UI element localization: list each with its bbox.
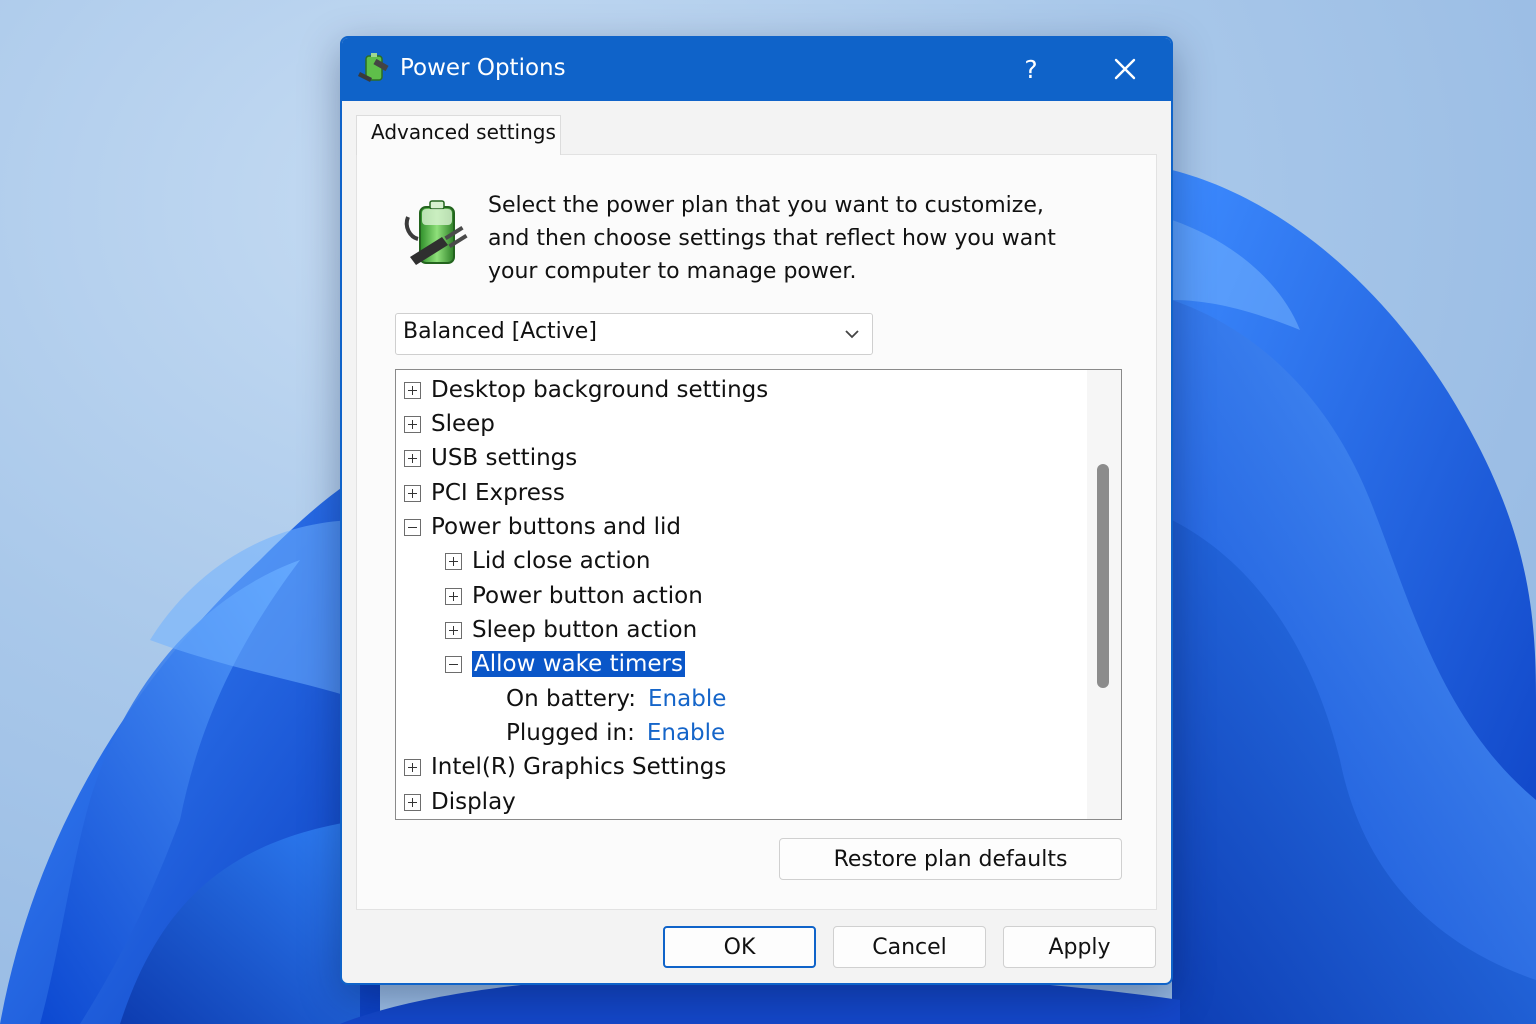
tree-item[interactable]: Intel(R) Graphics Settings xyxy=(404,750,726,784)
chevron-down-icon xyxy=(845,330,859,339)
tree-item-label: Power button action xyxy=(472,583,703,609)
setting-row-plugged-in: Plugged in: Enable xyxy=(506,716,725,750)
scrollbar-thumb[interactable] xyxy=(1097,464,1109,688)
tab-advanced-settings[interactable]: Advanced settings xyxy=(356,115,561,155)
setting-label: Plugged in: xyxy=(506,720,635,746)
tree-item[interactable]: Desktop background settings xyxy=(404,373,768,407)
tree-item[interactable]: PCI Express xyxy=(404,476,565,510)
setting-label: On battery: xyxy=(506,686,637,712)
expand-icon[interactable] xyxy=(404,758,421,776)
apply-button[interactable]: Apply xyxy=(1003,926,1156,968)
expand-icon[interactable] xyxy=(404,484,421,502)
tree-item[interactable]: Sleep button action xyxy=(445,613,697,647)
setting-value-link[interactable]: Enable xyxy=(648,686,726,712)
help-button[interactable]: ? xyxy=(1007,46,1055,92)
power-options-icon xyxy=(358,53,389,82)
intro-line: and then choose settings that reflect ho… xyxy=(488,226,1056,251)
expand-icon[interactable] xyxy=(445,552,462,570)
title-bar[interactable]: Power Options ? xyxy=(342,38,1171,101)
tree-item[interactable]: Power button action xyxy=(445,579,703,613)
tree-item-label: Sleep button action xyxy=(472,617,698,643)
vertical-scrollbar[interactable] xyxy=(1087,370,1121,819)
setting-value-link[interactable]: Enable xyxy=(647,720,725,746)
battery-plug-icon xyxy=(404,200,468,265)
expand-icon[interactable] xyxy=(404,793,421,811)
expand-icon[interactable] xyxy=(404,381,421,399)
tree-item-label: Sleep xyxy=(431,411,495,437)
tree-item[interactable]: Power buttons and lid xyxy=(404,510,681,544)
tree-item[interactable]: Lid close action xyxy=(445,544,650,578)
collapse-icon[interactable] xyxy=(445,655,462,673)
tree-item[interactable]: USB settings xyxy=(404,441,577,475)
window-title: Power Options xyxy=(400,55,566,81)
settings-tree[interactable]: Desktop background settings Sleep USB se… xyxy=(395,369,1122,820)
close-icon xyxy=(1114,58,1136,80)
tree-item-label: Allow wake timers xyxy=(472,651,685,677)
tree-item-label: PCI Express xyxy=(431,480,565,506)
expand-icon[interactable] xyxy=(445,621,462,639)
expand-icon[interactable] xyxy=(404,449,421,467)
expand-icon[interactable] xyxy=(445,587,462,605)
tree-item-label: Power buttons and lid xyxy=(431,514,681,540)
power-plan-dropdown[interactable]: Balanced [Active] xyxy=(395,313,873,355)
tree-item-label: Intel(R) Graphics Settings xyxy=(431,754,727,780)
tree-item-selected[interactable]: Allow wake timers xyxy=(445,647,685,681)
power-plan-value: Balanced [Active] xyxy=(403,319,597,344)
intro-line: Select the power plan that you want to c… xyxy=(488,193,1044,218)
tree-item[interactable]: Sleep xyxy=(404,407,495,441)
restore-plan-defaults-button[interactable]: Restore plan defaults xyxy=(779,838,1122,880)
tree-item-label: Display xyxy=(431,789,516,815)
tree-item-label: Desktop background settings xyxy=(431,377,769,403)
intro-description: Select the power plan that you want to c… xyxy=(488,189,1088,288)
tree-item-label: USB settings xyxy=(431,445,578,471)
expand-icon[interactable] xyxy=(404,415,421,433)
collapse-icon[interactable] xyxy=(404,518,421,536)
tree-item[interactable]: Display xyxy=(404,785,516,819)
tree-item-label: Lid close action xyxy=(472,548,651,574)
advanced-settings-panel: Select the power plan that you want to c… xyxy=(356,154,1157,910)
ok-button[interactable]: OK xyxy=(663,926,816,968)
cancel-button[interactable]: Cancel xyxy=(833,926,986,968)
close-button[interactable] xyxy=(1101,46,1149,92)
power-options-dialog: Power Options ? Advanced settings Select… xyxy=(340,36,1173,985)
intro-line: your computer to manage power. xyxy=(488,259,857,284)
setting-row-on-battery: On battery: Enable xyxy=(506,682,726,716)
